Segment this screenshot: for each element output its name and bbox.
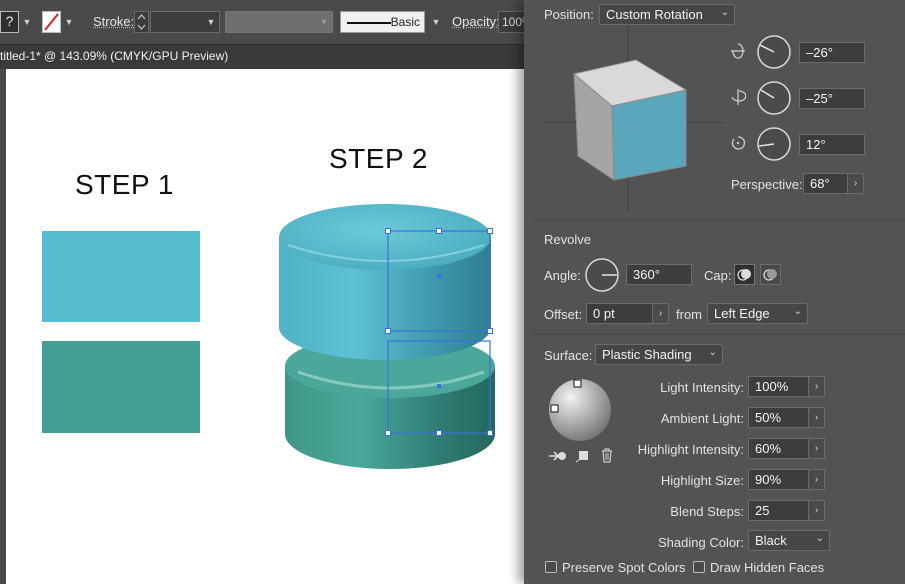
lighting-sphere[interactable] xyxy=(546,376,616,442)
chevron-down-icon[interactable]: ▼ xyxy=(63,11,75,33)
x-axis-rotate-icon xyxy=(731,43,745,59)
stroke-weight-field[interactable]: ▼ xyxy=(150,11,220,33)
z-axis-rotate-icon xyxy=(731,136,746,150)
preserve-spot-colors-label[interactable]: Preserve Spot Colors xyxy=(562,560,686,575)
chevron-down-icon[interactable]: ▼ xyxy=(21,11,33,33)
chevron-down-icon: ⌄ xyxy=(815,533,824,544)
ambient-light-label: Ambient Light: xyxy=(660,411,744,426)
3d-revolve-options-panel: Position: Custom Rotation ⌄ –26° –25° 12… xyxy=(524,0,905,584)
from-value: Left Edge xyxy=(714,306,770,321)
y-rotation-field[interactable]: –25° xyxy=(799,88,865,109)
x-rotation-dial[interactable] xyxy=(756,34,792,70)
separator xyxy=(532,220,905,221)
artwork xyxy=(42,204,495,469)
highlight-size-field[interactable]: 90% xyxy=(748,469,810,490)
chevron-down-icon[interactable]: ▼ xyxy=(205,11,217,33)
spinner-arrows-icon xyxy=(137,14,146,30)
stroke-label[interactable]: Stroke: xyxy=(93,14,134,29)
blend-steps-field[interactable]: 25 xyxy=(748,500,810,521)
offset-label: Offset: xyxy=(544,307,583,322)
chevron-down-icon[interactable]: ▼ xyxy=(430,11,442,33)
separator xyxy=(532,334,905,335)
revolve-heading: Revolve xyxy=(544,232,591,247)
cap-on-icon xyxy=(737,269,751,281)
surface-dropdown[interactable]: Plastic Shading ⌄ xyxy=(595,344,723,365)
draw-hidden-faces-checkbox[interactable] xyxy=(693,561,705,573)
move-light-back-icon[interactable] xyxy=(548,449,568,463)
position-dropdown[interactable]: Custom Rotation ⌄ xyxy=(599,4,735,25)
cap-on-button[interactable] xyxy=(734,264,755,285)
stroke-spinner[interactable] xyxy=(134,11,149,33)
offset-arrow-button[interactable]: › xyxy=(652,303,669,324)
preserve-spot-colors-checkbox[interactable] xyxy=(545,561,557,573)
ambient-light-arrow[interactable]: › xyxy=(808,407,825,428)
brush-stroke-preview xyxy=(347,22,391,24)
light-source-handle[interactable] xyxy=(550,404,559,413)
highlight-size-arrow[interactable]: › xyxy=(808,469,825,490)
light-source-handle[interactable] xyxy=(573,379,582,388)
position-label: Position: xyxy=(544,7,594,22)
light-teal-rectangle[interactable] xyxy=(42,231,200,322)
y-rotation-dial[interactable] xyxy=(756,80,792,116)
shading-color-label: Shading Color: xyxy=(658,535,744,550)
angle-dial[interactable] xyxy=(584,257,620,293)
cap-label: Cap: xyxy=(704,268,732,283)
highlight-size-label: Highlight Size: xyxy=(660,473,744,488)
brush-label: Basic xyxy=(390,15,420,29)
light-intensity-arrow[interactable]: › xyxy=(808,376,825,397)
highlight-intensity-label: Highlight Intensity: xyxy=(637,442,744,457)
cap-off-button[interactable] xyxy=(760,264,781,285)
artboard[interactable]: STEP 1 STEP 2 xyxy=(6,69,540,584)
position-value: Custom Rotation xyxy=(606,7,703,22)
light-intensity-field[interactable]: 100% xyxy=(748,376,810,397)
from-dropdown[interactable]: Left Edge ⌄ xyxy=(707,303,808,324)
perspective-arrow-button[interactable]: › xyxy=(847,173,864,194)
stroke-none-swatch[interactable] xyxy=(42,11,61,33)
top-cylinder[interactable] xyxy=(279,204,491,360)
angle-field[interactable]: 360° xyxy=(626,264,692,285)
chevron-down-icon[interactable]: ▼ xyxy=(318,11,330,33)
shading-color-dropdown[interactable]: Black ⌄ xyxy=(748,530,830,551)
opacity-label[interactable]: Opacity: xyxy=(452,14,500,29)
document-tab[interactable]: titled-1* @ 143.09% (CMYK/GPU Preview) xyxy=(0,49,228,63)
surface-value: Plastic Shading xyxy=(602,347,692,362)
offset-field[interactable]: 0 pt xyxy=(586,303,654,324)
dark-teal-rectangle[interactable] xyxy=(42,341,200,433)
document-tab-bar: titled-1* @ 143.09% (CMYK/GPU Preview) xyxy=(0,44,540,69)
x-rotation-field[interactable]: –26° xyxy=(799,42,865,63)
variable-width-profile[interactable]: ▼ xyxy=(225,11,333,33)
new-light-icon[interactable] xyxy=(576,449,590,463)
light-intensity-label: Light Intensity: xyxy=(660,380,744,395)
brush-definition[interactable]: Basic xyxy=(340,11,425,33)
z-rotation-field[interactable]: 12° xyxy=(799,134,865,155)
blend-steps-arrow[interactable]: › xyxy=(808,500,825,521)
highlight-intensity-arrow[interactable]: › xyxy=(808,438,825,459)
blend-steps-label: Blend Steps: xyxy=(670,504,744,519)
chevron-down-icon: ⌄ xyxy=(708,347,717,358)
perspective-label: Perspective: xyxy=(731,177,803,192)
rotation-cube-preview[interactable] xyxy=(544,26,722,212)
perspective-field[interactable]: 68° xyxy=(803,173,849,194)
control-bar: ? ▼ ▼ Stroke: ▼ ▼ Basic ▼ Opacity: 100% xyxy=(0,0,540,44)
ambient-light-field[interactable]: 50% xyxy=(748,407,810,428)
shading-color-value: Black xyxy=(755,533,787,548)
y-axis-rotate-icon xyxy=(731,89,746,105)
illustrator-window: ? ▼ ▼ Stroke: ▼ ▼ Basic ▼ Opacity: 100% … xyxy=(0,0,905,584)
angle-label: Angle: xyxy=(544,268,581,283)
highlight-intensity-field[interactable]: 60% xyxy=(748,438,810,459)
chevron-down-icon: ⌄ xyxy=(793,306,802,317)
chevron-down-icon: ⌄ xyxy=(720,7,729,18)
cap-off-icon xyxy=(763,269,777,281)
from-label: from xyxy=(676,307,702,322)
none-slash-icon xyxy=(44,13,59,31)
draw-hidden-faces-label[interactable]: Draw Hidden Faces xyxy=(710,560,824,575)
canvas[interactable]: STEP 1 STEP 2 xyxy=(0,69,540,584)
help-icon[interactable]: ? xyxy=(0,11,19,33)
surface-label: Surface: xyxy=(544,348,593,363)
z-rotation-dial[interactable] xyxy=(756,126,792,162)
